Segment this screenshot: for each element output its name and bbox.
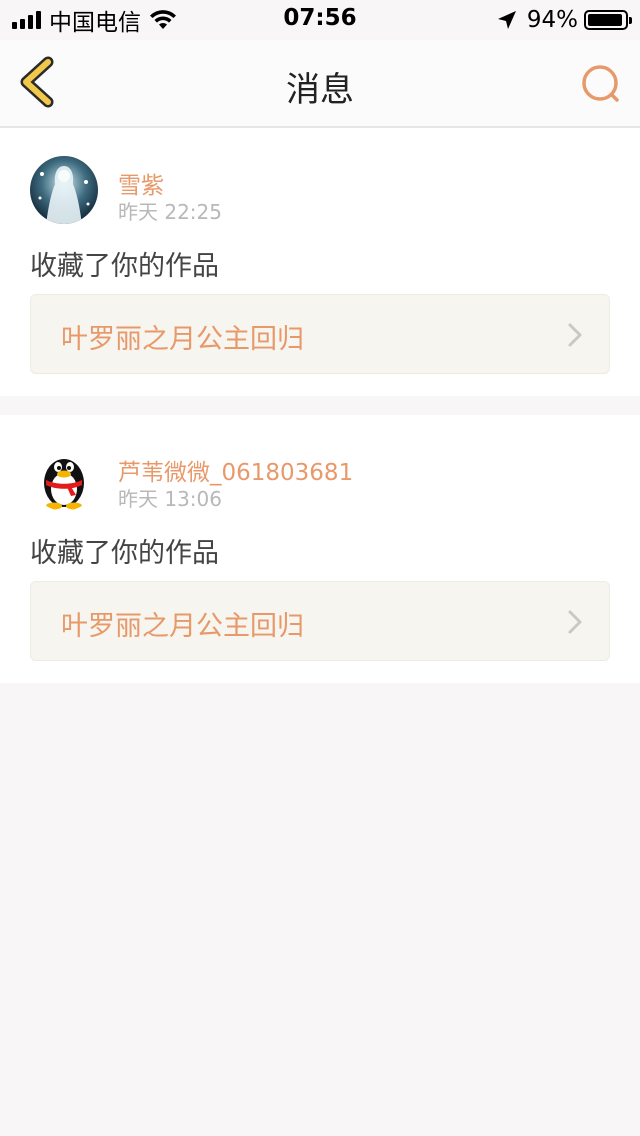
username[interactable]: 芦苇微微_061803681 (118, 453, 353, 487)
message-time: 昨天 13:06 (118, 487, 222, 511)
avatar[interactable] (30, 443, 98, 511)
battery-percent: 94% (526, 7, 578, 33)
chevron-right-icon (568, 610, 582, 634)
action-text: 收藏了你的作品 (30, 538, 219, 569)
action-text: 收藏了你的作品 (30, 251, 219, 282)
status-bar: 中国电信 07:56 94% (0, 0, 640, 40)
work-title: 叶罗丽之月公主回归 (61, 324, 304, 355)
nav-bar: 消息 (0, 40, 640, 128)
search-icon[interactable] (576, 58, 626, 108)
status-right: 94% (497, 6, 632, 34)
message-card: 芦苇微微_061803681 昨天 13:06 收藏了你的作品 叶罗丽之月公主回… (0, 415, 640, 683)
page-title: 消息 (286, 70, 354, 110)
work-link[interactable]: 叶罗丽之月公主回归 (30, 581, 610, 661)
chevron-right-icon (568, 323, 582, 347)
avatar[interactable] (30, 156, 98, 224)
location-arrow-icon (497, 11, 516, 29)
work-link[interactable]: 叶罗丽之月公主回归 (30, 294, 610, 374)
message-time: 昨天 22:25 (118, 200, 222, 224)
battery-icon (584, 10, 632, 30)
battery-fill (588, 14, 622, 26)
username[interactable]: 雪紫 (118, 166, 164, 200)
work-title: 叶罗丽之月公主回归 (61, 611, 304, 642)
message-card: 雪紫 昨天 22:25 收藏了你的作品 叶罗丽之月公主回归 (0, 128, 640, 396)
